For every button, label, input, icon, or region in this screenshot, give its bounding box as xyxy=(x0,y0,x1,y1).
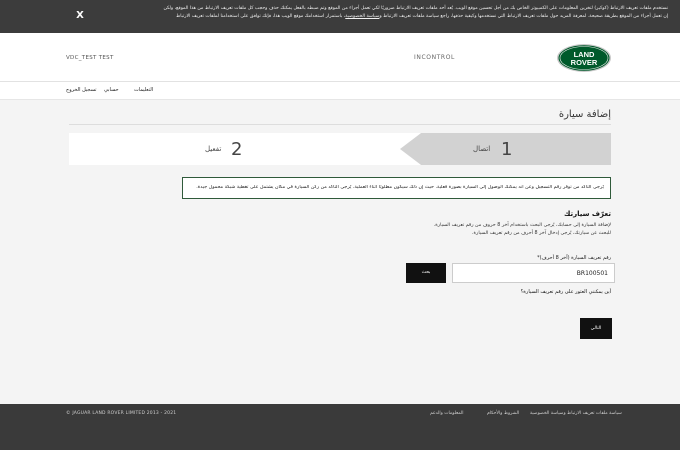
cookie-line-2: إن تعمل أجزاء من الموقع بطريقة صحيحة. لم… xyxy=(175,14,668,19)
cookie-message: نستخدم ملفات تعريف الارتباط (كوكيز) لتخز… xyxy=(88,5,668,21)
notice-box: يُرجى التأكد من توفر رقم التسجيل وعن أنه… xyxy=(182,177,611,199)
page-title: إضافة سيارة xyxy=(558,109,611,120)
logo-line-2: ROVER xyxy=(571,58,598,67)
vin-input[interactable] xyxy=(452,263,615,283)
progress-steps: 1 اتصال 2 تفعيل xyxy=(69,133,611,165)
cookie-banner: X نستخدم ملفات تعريف الارتباط (كوكيز) لت… xyxy=(0,0,680,33)
footer-link-support[interactable]: المعلومات والدعم xyxy=(430,411,464,416)
notice-text: يُرجى التأكد من توفر رقم التسجيل وعن أنه… xyxy=(196,185,604,190)
nav-bar: التعليمات حسابي تسجيل الخروج xyxy=(0,82,680,100)
site-footer: © JAGUAR LAND ROVER LIMITED 2013 - 2021 … xyxy=(0,404,680,450)
land-rover-logo[interactable]: LAND ROVER xyxy=(556,43,612,73)
nav-logout[interactable]: تسجيل الخروج xyxy=(66,87,97,93)
title-divider xyxy=(69,124,611,125)
copyright-text: © JAGUAR LAND ROVER LIMITED 2013 - 2021 xyxy=(66,411,177,416)
find-vin-link[interactable]: أين يمكنني العثور على رقم تعريف السيارة؟ xyxy=(521,289,611,295)
description-line-2: للبحث عن سيارتك، يُرجى إدخال آخر 8 أحرف … xyxy=(472,231,611,236)
vin-field-label: رقم تعريف السيارة (آخر 8 أحرف)* xyxy=(537,255,611,261)
search-button[interactable]: بحث xyxy=(406,263,446,283)
nav-my-account[interactable]: حسابي xyxy=(104,87,119,93)
close-cookie-button[interactable]: X xyxy=(75,10,85,22)
cookie-line-1: نستخدم ملفات تعريف الارتباط (كوكيز) لتخز… xyxy=(163,6,668,11)
user-id: VDC_TEST TEST xyxy=(66,55,114,61)
footer-link-privacy[interactable]: سياسة ملفات تعريف الارتباط وسياسة الخصوص… xyxy=(530,411,622,416)
site-header: VDC_TEST TEST INCONTROL LAND ROVER xyxy=(0,33,680,82)
next-button[interactable]: التالي xyxy=(580,318,612,339)
description-line-1: لإضافة السيارة إلى حسابك، يُرجى البحث با… xyxy=(433,223,611,228)
privacy-policy-link[interactable]: سياسة الخصوصية xyxy=(345,14,379,19)
nav-help[interactable]: التعليمات xyxy=(134,87,153,93)
step-2-label: تفعيل xyxy=(205,145,222,153)
step-2-number: 2 xyxy=(231,139,243,160)
footer-link-terms[interactable]: الشروط والأحكام xyxy=(487,411,519,416)
brand-name: INCONTROL xyxy=(414,54,455,61)
step-1-number: 1 xyxy=(501,139,513,160)
step-1-label: اتصال xyxy=(473,145,491,153)
section-title: تعرّف سيارتك xyxy=(563,210,611,218)
